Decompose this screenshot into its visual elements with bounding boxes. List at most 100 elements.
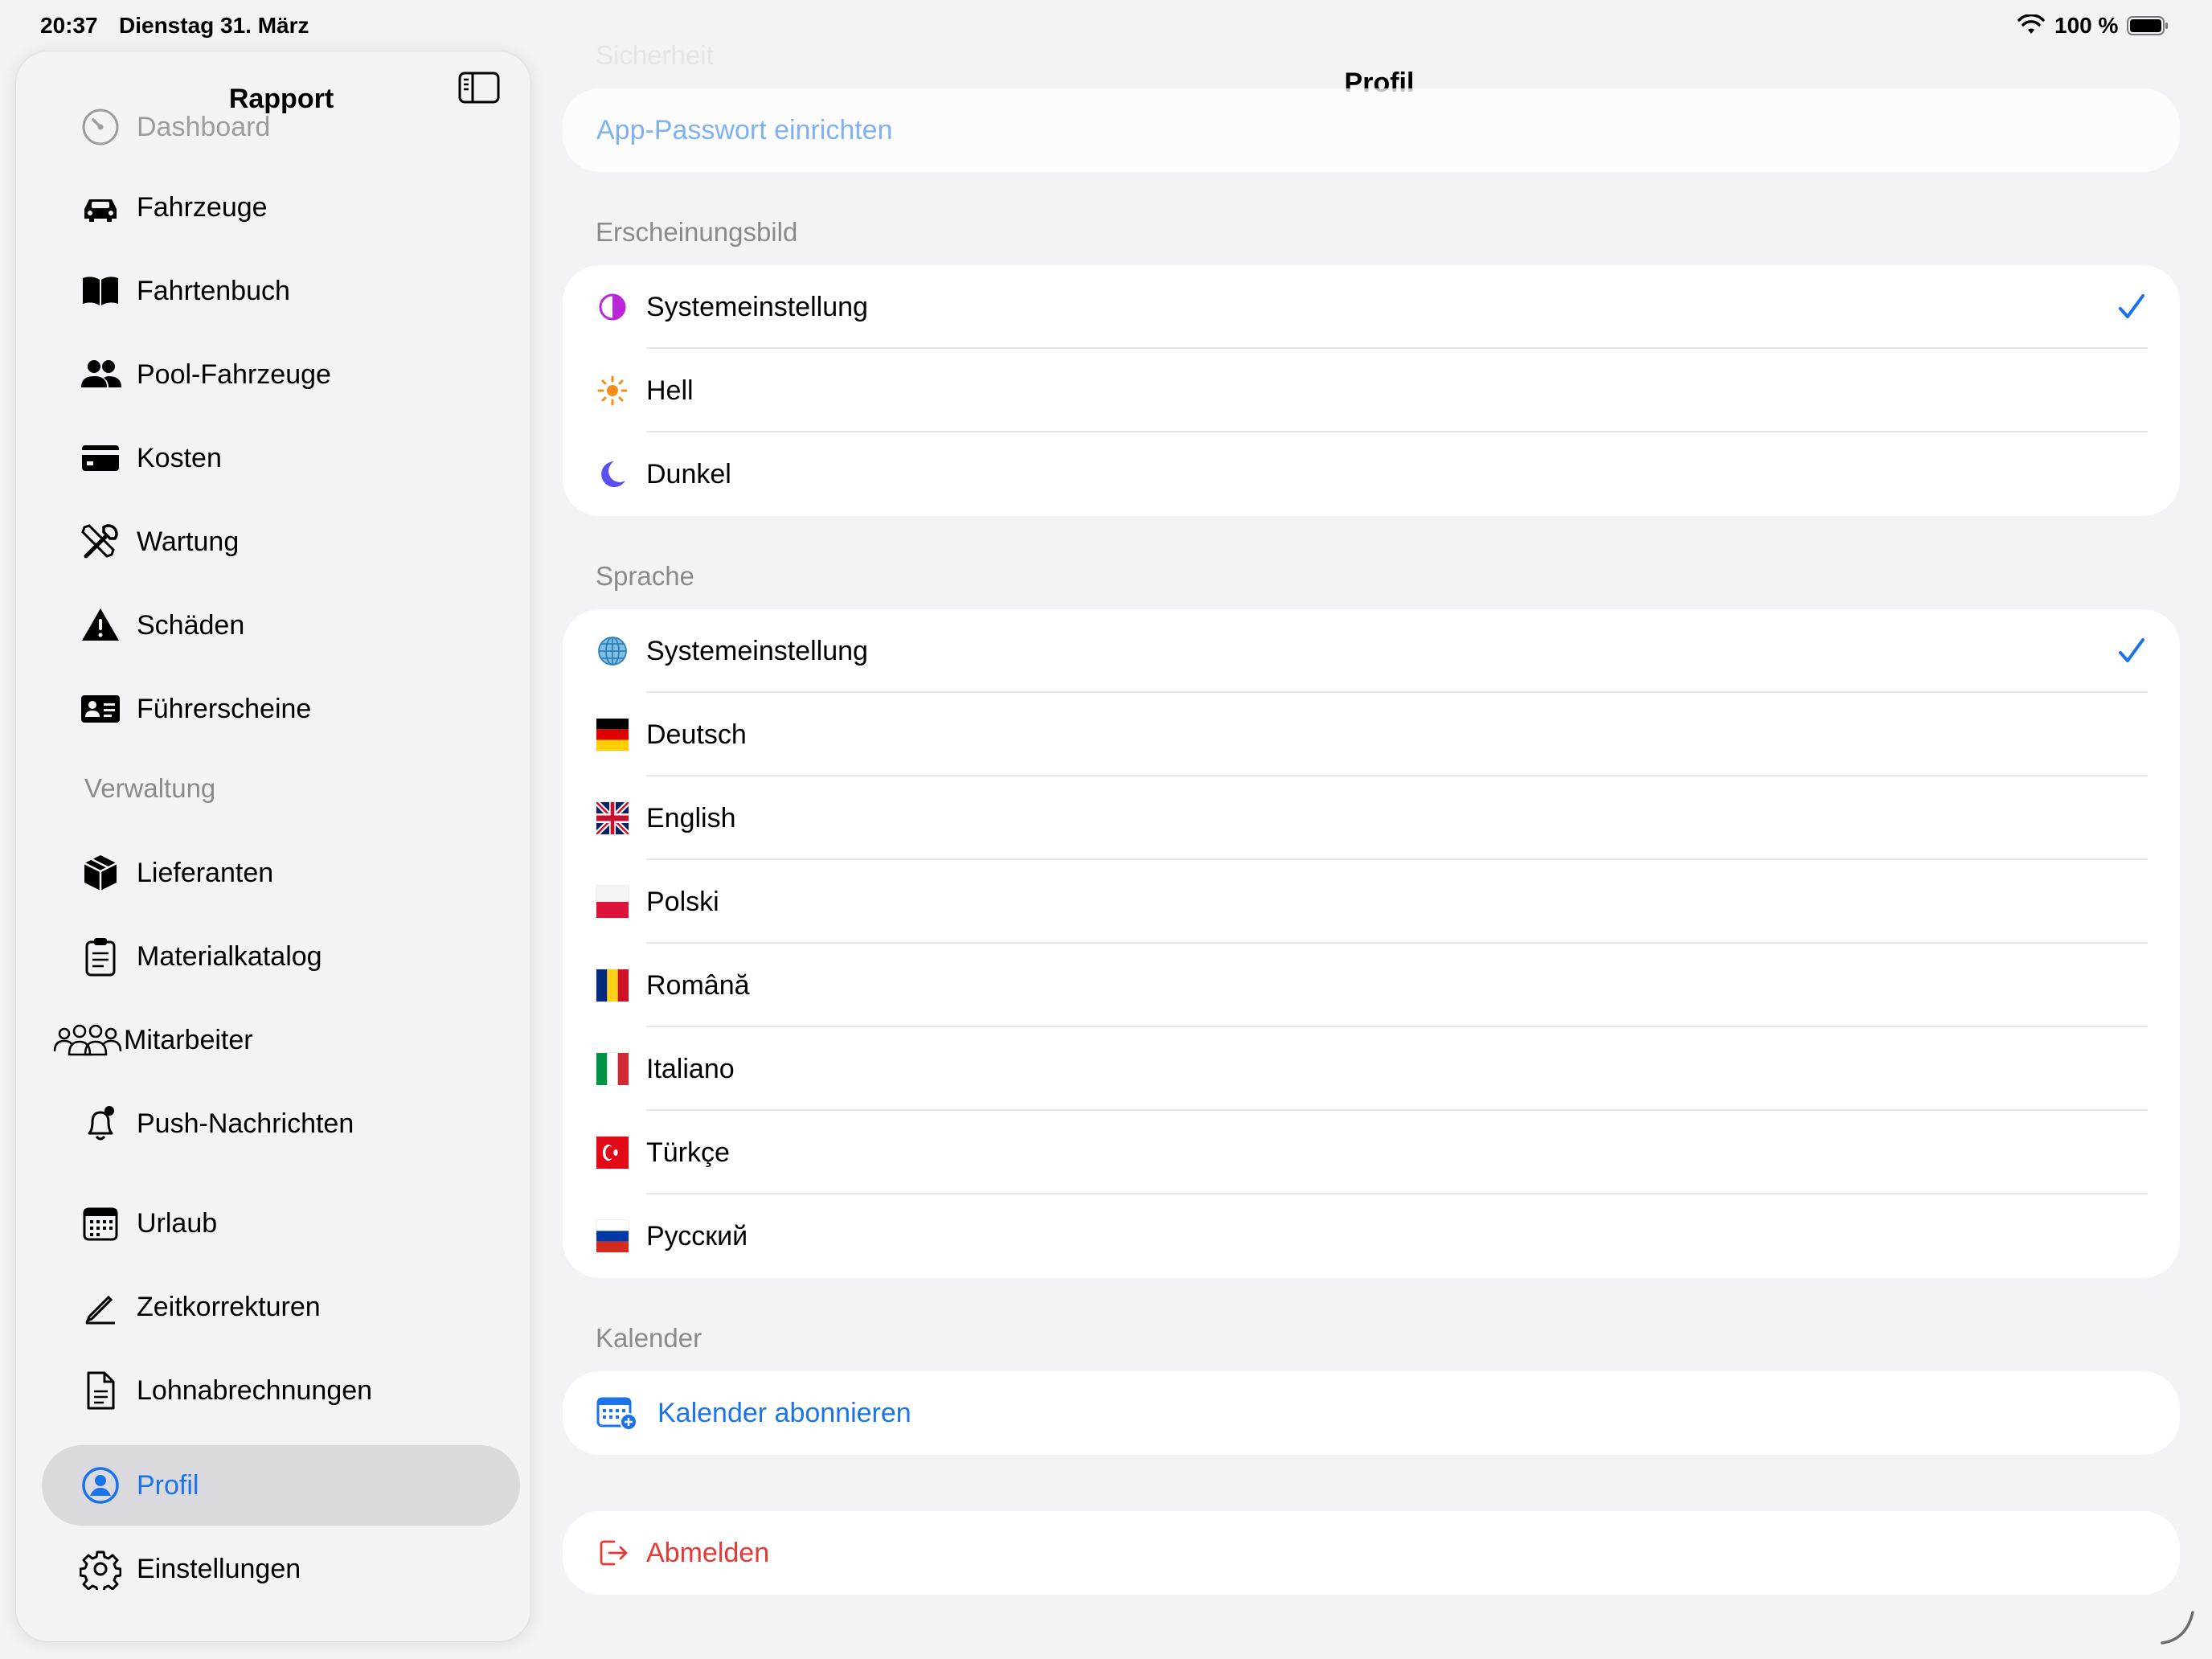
- sidebar-item-label: Urlaub: [137, 1207, 218, 1239]
- section-header-appearance: Erscheinungsbild: [596, 217, 798, 247]
- sidebar-item-lieferanten[interactable]: Lieferanten: [42, 833, 520, 913]
- option-label: Hell: [646, 375, 694, 406]
- calendar-subscribe-button[interactable]: Kalender abonnieren: [563, 1371, 2180, 1455]
- sidebar-item-fahrtenbuch[interactable]: Fahrtenbuch: [42, 251, 520, 331]
- appearance-option-system[interactable]: Systemeinstellung: [563, 265, 2180, 349]
- warning-icon: [79, 604, 122, 647]
- language-option-deutsch[interactable]: Deutsch: [563, 693, 2180, 776]
- sidebar-item-push-nachrichten[interactable]: Push-Nachrichten: [42, 1083, 520, 1164]
- document-icon: [79, 1369, 122, 1412]
- language-option-italiano[interactable]: Italiano: [563, 1027, 2180, 1111]
- people-icon: [79, 353, 122, 396]
- option-label: Русский: [646, 1220, 748, 1251]
- flag-ro-icon: [596, 969, 629, 1002]
- car-icon: [79, 186, 122, 229]
- sidebar-item-profil[interactable]: Profil: [42, 1445, 520, 1526]
- shipping-box-icon: [79, 851, 122, 895]
- sidebar-item-label: Mitarbeiter: [124, 1024, 253, 1055]
- sidebar-item-label: Pool-Fahrzeuge: [137, 358, 331, 390]
- appearance-option-dark[interactable]: Dunkel: [563, 432, 2180, 516]
- option-label: Deutsch: [646, 719, 747, 750]
- sidebar-item-label: Schäden: [137, 609, 245, 641]
- id-card-icon: [79, 687, 122, 731]
- option-label: Systemeinstellung: [646, 635, 868, 666]
- sun-icon: [596, 375, 629, 407]
- sidebar-section-verwaltung: Verwaltung: [84, 773, 216, 803]
- language-option-russkiy[interactable]: Русский: [563, 1194, 2180, 1278]
- sidebar-item-urlaub[interactable]: Urlaub: [42, 1183, 520, 1264]
- section-header-calendar: Kalender: [596, 1323, 703, 1353]
- sidebar-item-label: Fahrzeuge: [137, 191, 268, 223]
- status-time: 20:37: [40, 13, 98, 38]
- language-option-polski[interactable]: Polski: [563, 860, 2180, 944]
- person-circle-icon: [79, 1464, 122, 1507]
- calendar-add-icon: [596, 1395, 638, 1431]
- language-card: Systemeinstellung Deutsch English Polski…: [563, 609, 2180, 1278]
- sidebar-item-label: Wartung: [137, 526, 240, 557]
- resize-corner-icon[interactable]: [2156, 1606, 2196, 1646]
- app-password-label: App-Passwort einrichten: [596, 114, 893, 145]
- status-date: Dienstag 31. März: [119, 13, 309, 38]
- sidebar-item-pool-fahrzeuge[interactable]: Pool-Fahrzeuge: [42, 334, 520, 415]
- clipboard-icon: [79, 935, 122, 978]
- sidebar-item-label: Führerscheine: [137, 693, 312, 724]
- calendar-icon: [79, 1202, 122, 1245]
- book-icon: [79, 269, 122, 313]
- sidebar-item-dashboard[interactable]: Dashboard: [42, 87, 520, 167]
- language-option-turkce[interactable]: Türkçe: [563, 1111, 2180, 1194]
- sidebar-item-label: Profil: [137, 1469, 199, 1501]
- sidebar-item-mitarbeiter[interactable]: Mitarbeiter: [42, 1000, 520, 1080]
- language-option-romana[interactable]: Română: [563, 944, 2180, 1027]
- sidebar-item-schaeden[interactable]: Schäden: [42, 585, 520, 666]
- sidebar-item-label: Einstellungen: [137, 1553, 301, 1584]
- status-bar: 20:37 Dienstag 31. März 100 %: [0, 0, 2212, 51]
- logout-icon: [596, 1537, 629, 1569]
- sidebar-item-label: Fahrtenbuch: [137, 275, 290, 306]
- sidebar-item-zeitkorrekturen[interactable]: Zeitkorrekturen: [42, 1267, 520, 1347]
- sidebar-item-einstellungen[interactable]: Einstellungen: [42, 1529, 520, 1609]
- sidebar-item-wartung[interactable]: Wartung: [42, 502, 520, 582]
- language-option-system[interactable]: Systemeinstellung: [563, 609, 2180, 693]
- calendar-subscribe-label: Kalender abonnieren: [657, 1397, 911, 1428]
- calendar-card: Kalender abonnieren: [563, 1371, 2180, 1455]
- group-icon: [53, 1018, 122, 1062]
- logout-card: Abmelden: [563, 1511, 2180, 1595]
- checkmark-icon: [2119, 638, 2144, 662]
- half-circle-icon: [596, 291, 629, 323]
- option-label: Systemeinstellung: [646, 291, 868, 322]
- logout-label: Abmelden: [646, 1537, 770, 1568]
- sidebar-item-lohnabrechnungen[interactable]: Lohnabrechnungen: [42, 1350, 520, 1431]
- flag-pl-icon: [596, 886, 629, 918]
- flag-tr-icon: [596, 1137, 629, 1169]
- sidebar-item-label: Materialkatalog: [137, 940, 322, 972]
- logout-button[interactable]: Abmelden: [563, 1511, 2180, 1595]
- wifi-icon: [2017, 14, 2045, 34]
- bell-icon: [79, 1102, 122, 1145]
- option-label: Türkçe: [646, 1137, 730, 1168]
- option-label: Dunkel: [646, 458, 731, 490]
- language-option-english[interactable]: English: [563, 776, 2180, 860]
- option-label: Polski: [646, 886, 719, 917]
- app-password-button[interactable]: App-Passwort einrichten: [563, 88, 2180, 172]
- flag-de-icon: [596, 719, 629, 751]
- sidebar-item-label: Dashboard: [137, 111, 271, 142]
- credit-card-icon: [79, 436, 122, 480]
- appearance-option-light[interactable]: Hell: [563, 349, 2180, 432]
- sidebar-item-fuehrerscheine[interactable]: Führerscheine: [42, 669, 520, 749]
- flag-it-icon: [596, 1053, 629, 1085]
- flag-gb-icon: [596, 802, 629, 834]
- battery-icon: [2127, 16, 2168, 35]
- globe-icon: [596, 635, 629, 667]
- sidebar-item-label: Kosten: [137, 442, 222, 473]
- sidebar-item-label: Lohnabrechnungen: [137, 1374, 373, 1406]
- moon-icon: [596, 458, 629, 490]
- pencil-icon: [79, 1285, 122, 1329]
- sidebar-item-fahrzeuge[interactable]: Fahrzeuge: [42, 167, 520, 248]
- option-label: Română: [646, 969, 750, 1001]
- section-header-security: Sicherheit: [596, 40, 714, 70]
- gear-icon: [79, 1547, 122, 1591]
- sidebar-item-kosten[interactable]: Kosten: [42, 418, 520, 498]
- sidebar-item-materialkatalog[interactable]: Materialkatalog: [42, 916, 520, 997]
- sidebar-item-label: Push-Nachrichten: [137, 1108, 354, 1139]
- option-label: English: [646, 802, 736, 834]
